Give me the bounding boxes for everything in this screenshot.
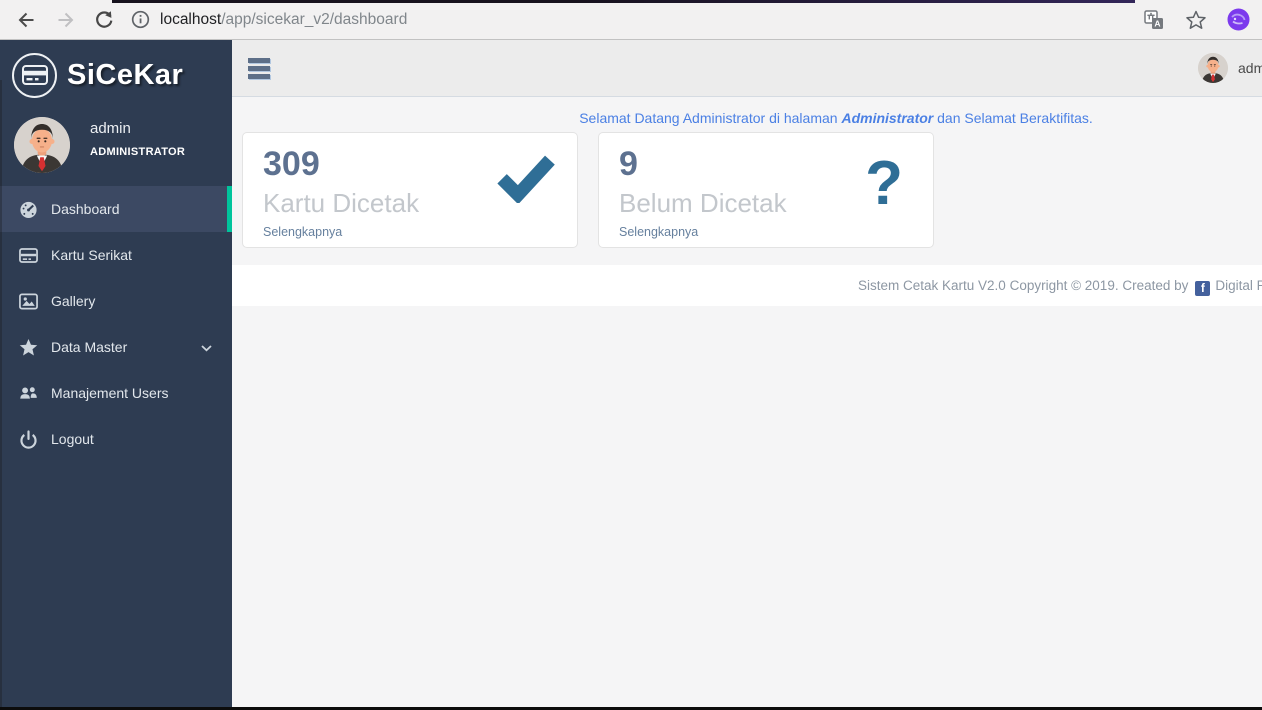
sidebar-item-label: Gallery bbox=[51, 293, 96, 309]
check-icon bbox=[495, 151, 557, 208]
topbar-user-menu[interactable]: admin bbox=[1198, 53, 1262, 83]
svg-text:A: A bbox=[1154, 18, 1160, 28]
sidebar-menu: Dashboard Kartu Serikat Gallery Data Mas… bbox=[0, 186, 232, 462]
url-path: /app/sicekar_v2/dashboard bbox=[221, 10, 408, 28]
credit-card-icon bbox=[18, 245, 38, 265]
url-host: localhost bbox=[160, 10, 222, 28]
power-icon bbox=[18, 429, 38, 449]
footer-brand-link[interactable]: Digital Project bbox=[1215, 278, 1262, 293]
chevron-down-icon bbox=[201, 339, 212, 355]
window-top-edge bbox=[112, 0, 1135, 3]
hamburger-menu-icon[interactable] bbox=[248, 58, 270, 82]
star-icon bbox=[18, 337, 38, 357]
topbar: admin bbox=[232, 40, 1262, 97]
browser-toolbar: localhost/app/sicekar_v2/dashboard A bbox=[0, 0, 1262, 40]
tachometer-icon bbox=[18, 199, 38, 219]
stat-card-belum-dicetak: 9 Belum Dicetak Selengkapnya ? bbox=[598, 132, 934, 248]
welcome-prefix: Selamat Datang Administrator di halaman bbox=[579, 110, 842, 126]
window-left-edge bbox=[0, 80, 2, 710]
reload-icon[interactable] bbox=[92, 8, 116, 32]
site-info-icon[interactable] bbox=[128, 8, 152, 32]
back-icon[interactable] bbox=[14, 8, 38, 32]
sidebar-item-gallery[interactable]: Gallery bbox=[0, 278, 232, 324]
user-avatar bbox=[14, 117, 70, 173]
sidebar-item-logout[interactable]: Logout bbox=[0, 416, 232, 462]
stat-card-kartu-dicetak: 309 Kartu Dicetak Selengkapnya bbox=[242, 132, 578, 248]
sidebar-user-name: admin bbox=[90, 120, 131, 137]
question-icon: ? bbox=[865, 149, 903, 218]
sidebar: SiCeKar admin ADMINISTRATOR Dashboard Ka… bbox=[0, 40, 232, 707]
brand-name: SiCeKar bbox=[67, 58, 184, 91]
translate-icon[interactable]: A bbox=[1142, 8, 1166, 32]
page-footer: Sistem Cetak Kartu V2.0 Copyright © 2019… bbox=[232, 265, 1262, 306]
welcome-highlight: Administrator bbox=[841, 110, 934, 126]
sidebar-item-manajement-users[interactable]: Manajement Users bbox=[0, 370, 232, 416]
users-icon bbox=[18, 383, 38, 403]
welcome-message: Selamat Datang Administrator di halaman … bbox=[232, 97, 1262, 126]
sidebar-item-label: Logout bbox=[51, 431, 94, 447]
sidebar-user-role: ADMINISTRATOR bbox=[90, 146, 186, 158]
topbar-user-avatar bbox=[1198, 53, 1228, 83]
brand-card-icon bbox=[12, 52, 57, 98]
footer-copyright: Sistem Cetak Kartu V2.0 Copyright © 2019… bbox=[858, 278, 1189, 293]
image-icon bbox=[18, 291, 38, 311]
main-content: Selamat Datang Administrator di halaman … bbox=[232, 97, 1262, 707]
topbar-user-name: admin bbox=[1238, 60, 1262, 76]
sidebar-item-kartu-serikat[interactable]: Kartu Serikat bbox=[0, 232, 232, 278]
facebook-icon: f bbox=[1195, 281, 1211, 296]
welcome-suffix: dan Selamat Beraktifitas. bbox=[933, 110, 1093, 126]
sidebar-item-label: Dashboard bbox=[51, 201, 120, 217]
app-window: SiCeKar admin ADMINISTRATOR Dashboard Ka… bbox=[0, 40, 1262, 710]
footer-text-row: Sistem Cetak Kartu V2.0 Copyright © 2019… bbox=[858, 265, 1262, 306]
selengkapnya-link[interactable]: Selengkapnya bbox=[619, 225, 698, 239]
brand-logo[interactable]: SiCeKar bbox=[0, 40, 232, 102]
address-bar[interactable]: localhost/app/sicekar_v2/dashboard bbox=[160, 11, 407, 29]
sidebar-item-label: Data Master bbox=[51, 339, 128, 355]
screen: localhost/app/sicekar_v2/dashboard A SiC… bbox=[0, 0, 1262, 710]
sidebar-item-label: Kartu Serikat bbox=[51, 247, 132, 263]
sidebar-item-dashboard[interactable]: Dashboard bbox=[0, 186, 232, 232]
bookmark-star-icon[interactable] bbox=[1184, 8, 1208, 32]
selengkapnya-link[interactable]: Selengkapnya bbox=[263, 225, 342, 239]
extension-icon[interactable] bbox=[1226, 8, 1250, 32]
forward-icon[interactable] bbox=[53, 8, 77, 32]
sidebar-item-data-master[interactable]: Data Master bbox=[0, 324, 232, 370]
sidebar-item-label: Manajement Users bbox=[51, 385, 169, 401]
sidebar-user-panel: admin ADMINISTRATOR bbox=[14, 117, 185, 173]
